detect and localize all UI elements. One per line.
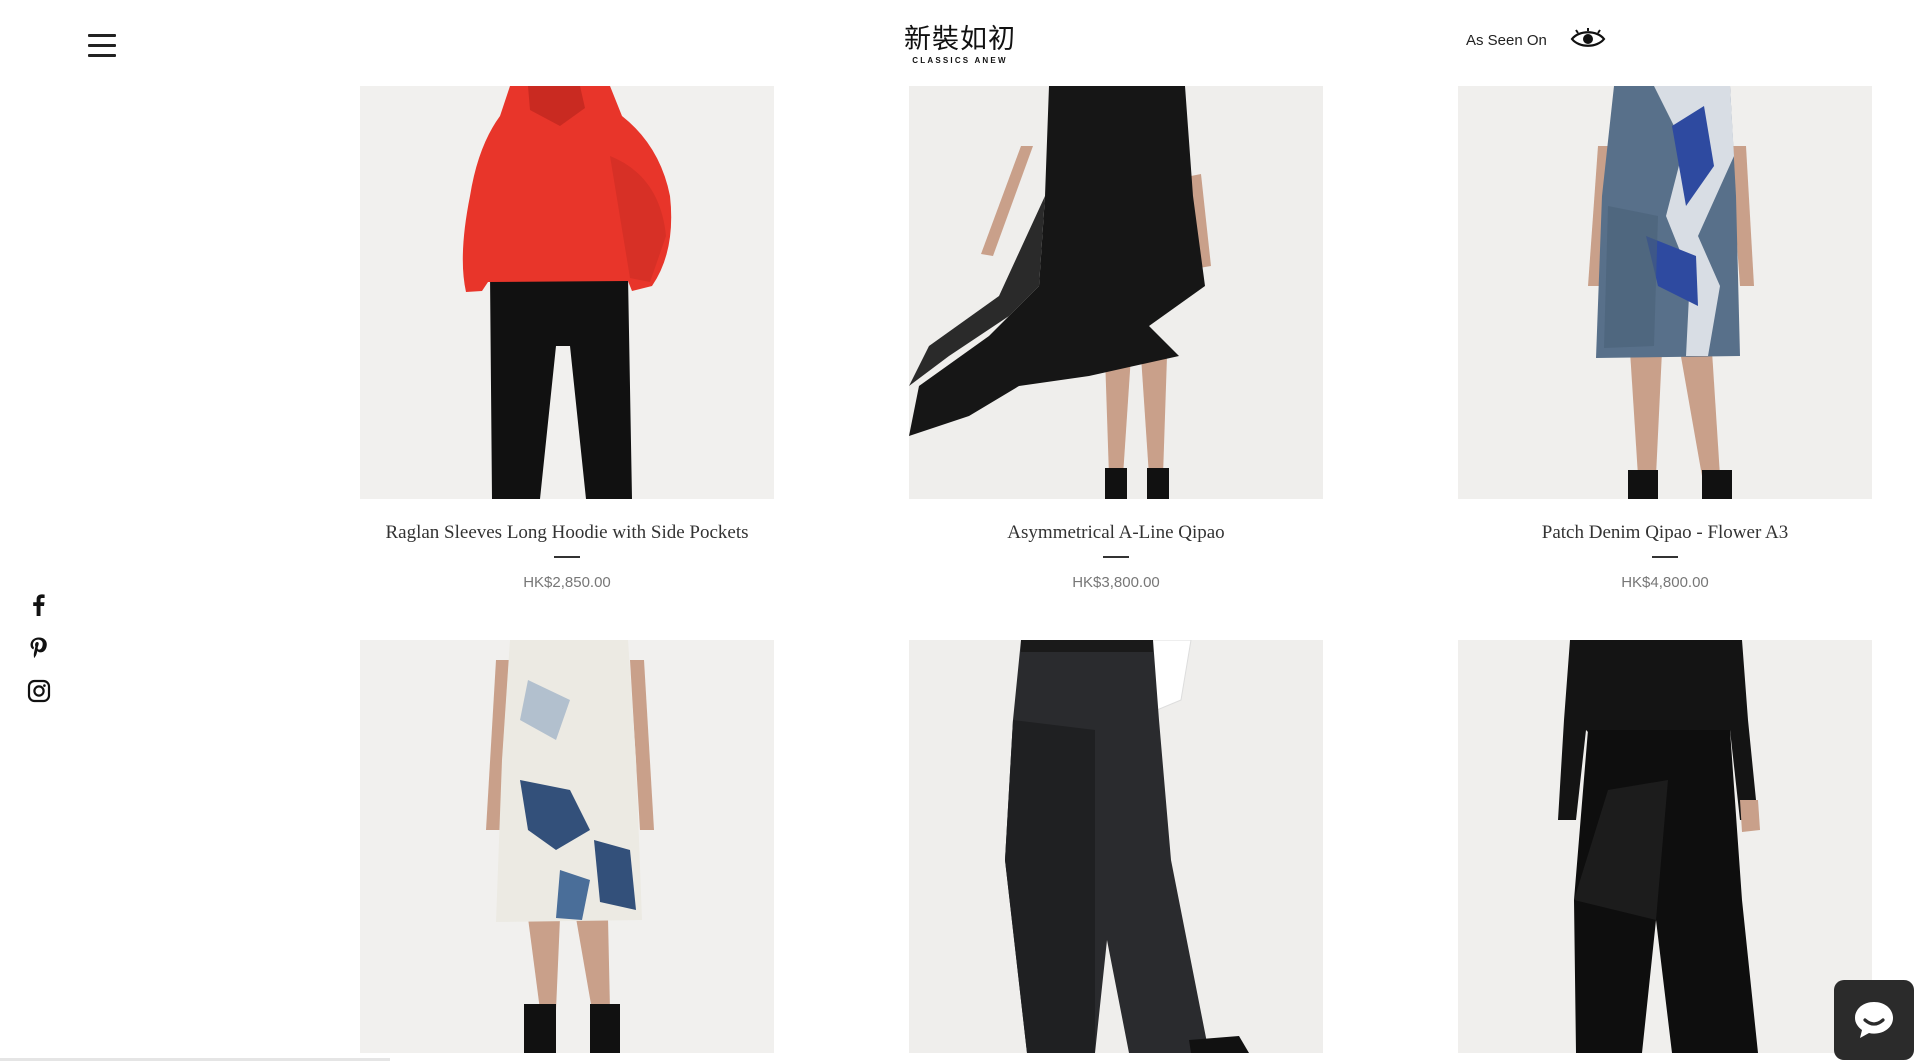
as-seen-on-link[interactable]: As Seen On (1466, 32, 1547, 49)
product-card[interactable]: Raglan Sleeves Long Hoodie with Side Poc… (360, 86, 774, 591)
product-image[interactable] (360, 640, 774, 1053)
social-links (26, 592, 52, 721)
product-card[interactable] (1458, 640, 1872, 1061)
product-image[interactable] (1458, 86, 1872, 499)
product-card[interactable] (360, 640, 774, 1061)
product-card[interactable] (909, 640, 1323, 1061)
chat-button[interactable] (1834, 980, 1914, 1060)
product-image[interactable] (360, 86, 774, 499)
product-card[interactable]: Asymmetrical A-Line Qipao HK$3,800.00 (909, 86, 1323, 591)
divider (1103, 556, 1129, 558)
product-name[interactable]: Asymmetrical A-Line Qipao (909, 521, 1323, 545)
product-image[interactable] (1458, 640, 1872, 1053)
divider (1652, 556, 1678, 558)
pinterest-icon[interactable] (26, 635, 52, 661)
eye-icon[interactable] (1570, 28, 1606, 50)
site-logo[interactable]: 新裝如初 CLASSICS ANEW (900, 24, 1020, 66)
product-image[interactable] (909, 640, 1323, 1053)
menu-icon[interactable] (88, 34, 116, 58)
product-price: HK$2,850.00 (523, 574, 611, 591)
site-header: 新裝如初 CLASSICS ANEW As Seen On (0, 0, 1920, 86)
logo-english: CLASSICS ANEW (912, 56, 1008, 65)
product-image[interactable] (909, 86, 1323, 499)
product-price: HK$4,800.00 (1621, 574, 1709, 591)
facebook-icon[interactable] (26, 592, 52, 618)
instagram-icon[interactable] (26, 678, 52, 704)
product-name[interactable]: Raglan Sleeves Long Hoodie with Side Poc… (360, 521, 774, 545)
product-price: HK$3,800.00 (1072, 574, 1160, 591)
divider (554, 556, 580, 558)
product-card[interactable]: Patch Denim Qipao - Flower A3 HK$4,800.0… (1458, 86, 1872, 591)
logo-chinese: 新裝如初 (904, 24, 1016, 55)
chat-bubble-icon (1855, 1002, 1893, 1038)
product-name[interactable]: Patch Denim Qipao - Flower A3 (1458, 521, 1872, 545)
